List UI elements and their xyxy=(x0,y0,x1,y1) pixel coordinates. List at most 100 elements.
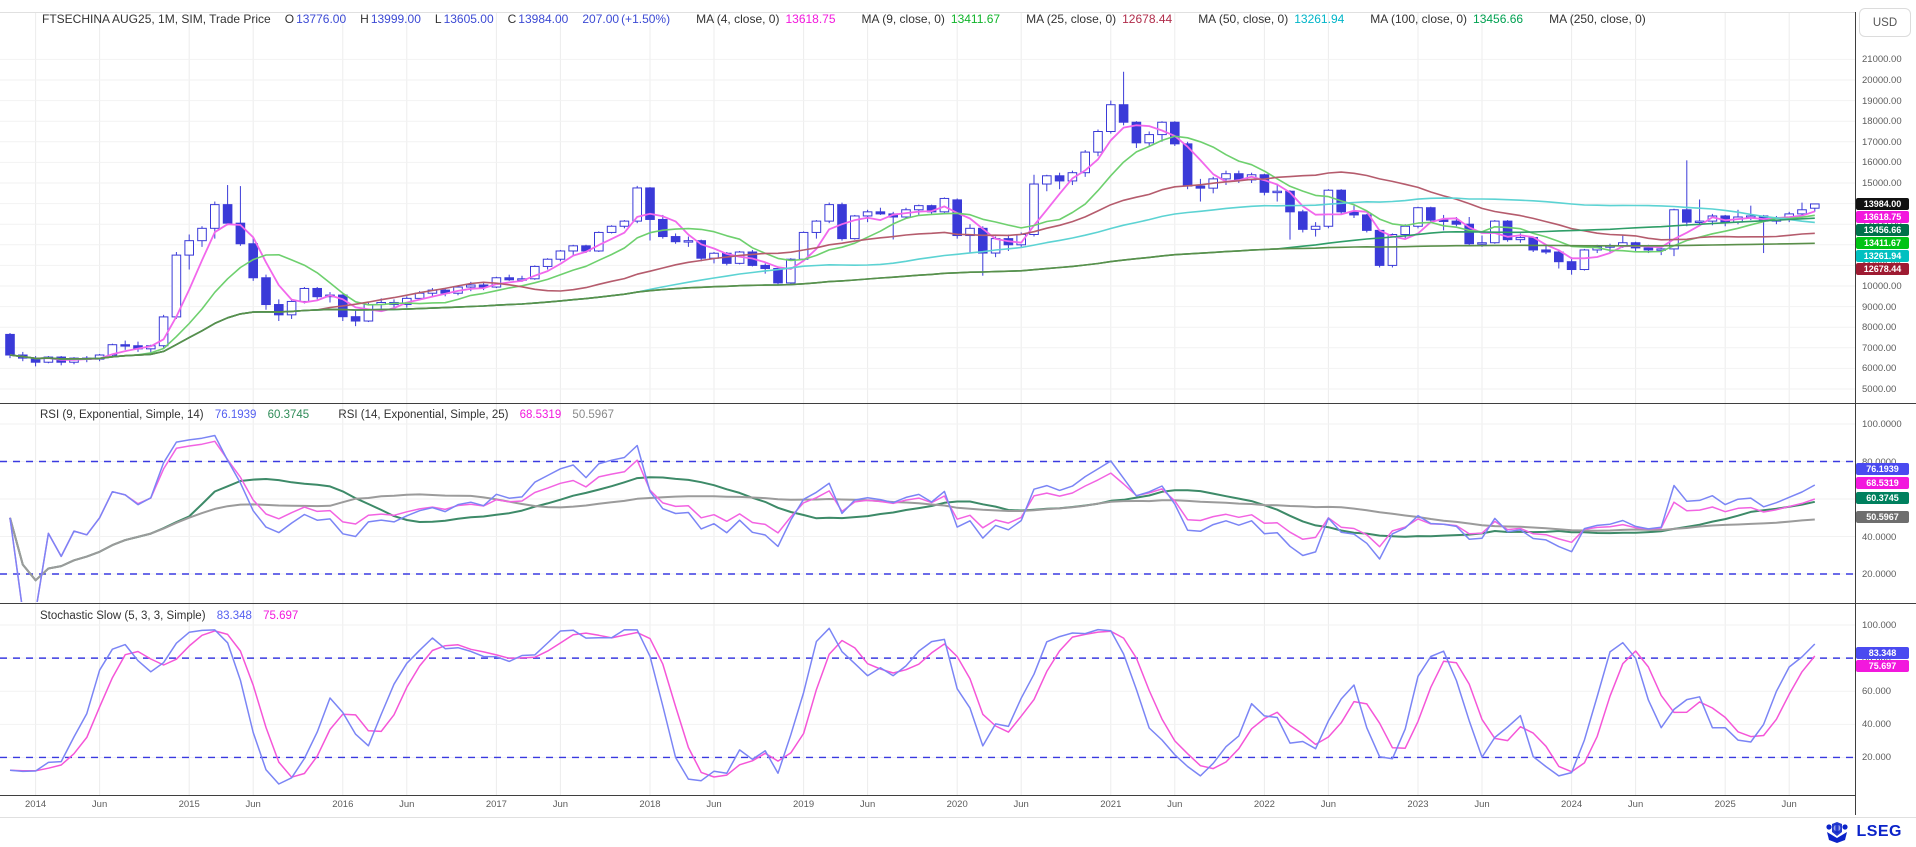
candle-body xyxy=(1542,250,1551,252)
price-axis-tick: 20000.00 xyxy=(1862,75,1914,86)
rsi2-value: 68.5319 xyxy=(520,409,562,421)
candle-body xyxy=(1580,250,1589,270)
rsi1-signal-value: 60.3745 xyxy=(268,409,310,421)
stochastic-k-value: 83.348 xyxy=(217,610,252,622)
stoch-axis-tick: 40.000 xyxy=(1862,719,1914,730)
price-axis-tick: 21000.00 xyxy=(1862,54,1914,65)
price-axis-tick: 10000.00 xyxy=(1862,281,1914,292)
ma-legend-item[interactable]: MA (9, close, 0)13411.67 xyxy=(862,12,1001,26)
lseg-logo: LSEG xyxy=(1824,820,1902,844)
lseg-crest-icon xyxy=(1824,820,1850,844)
rsi14-signal-line xyxy=(10,494,1815,580)
candle-body xyxy=(1798,210,1807,214)
candle-body xyxy=(1683,210,1692,222)
candle-body xyxy=(505,278,514,280)
rsi-stoch-divider[interactable] xyxy=(0,603,1916,604)
candle-body xyxy=(595,232,604,251)
candle-body xyxy=(1695,221,1704,222)
rsi14-line xyxy=(10,441,1815,611)
time-axis-label: 2025 xyxy=(1715,799,1736,810)
ma-legend-item[interactable]: MA (100, close, 0)13456.66 xyxy=(1370,12,1523,26)
candle-body xyxy=(236,223,245,244)
currency-button[interactable]: USD xyxy=(1859,8,1911,37)
open-value: 13776.00 xyxy=(296,12,346,26)
price-badge: 13984.00 xyxy=(1856,198,1909,210)
candle-body xyxy=(1299,212,1308,230)
ma-legend-item[interactable]: MA (25, close, 0)12678.44 xyxy=(1026,12,1172,26)
close-value: 13984.00 xyxy=(518,12,568,26)
candle-body xyxy=(1145,135,1154,143)
candle-body xyxy=(1055,176,1064,181)
candle-body xyxy=(1516,238,1525,240)
rsi-axis-tick: 20.0000 xyxy=(1862,569,1914,580)
time-axis-label: Jun xyxy=(246,799,261,810)
candle-body xyxy=(1119,105,1128,123)
candle-body xyxy=(569,246,578,251)
candle-body xyxy=(1567,262,1576,270)
stochastic-label: Stochastic Slow (5, 3, 3, Simple) xyxy=(40,610,206,622)
price-badge: 13618.75 xyxy=(1856,211,1909,223)
chart-plot-area[interactable] xyxy=(0,0,1916,847)
candle-body xyxy=(1375,230,1384,265)
rsi-badge: 76.1939 xyxy=(1856,463,1909,475)
ma-label: MA (250, close, 0) xyxy=(1549,12,1646,26)
stochastic-d-line xyxy=(10,631,1815,777)
candle-body xyxy=(185,241,194,255)
price-axis-tick: 16000.00 xyxy=(1862,157,1914,168)
ma-legend-item[interactable]: MA (50, close, 0)13261.94 xyxy=(1198,12,1344,26)
candle-body xyxy=(1273,191,1282,192)
ma-value: 13261.94 xyxy=(1294,12,1344,26)
time-axis-label: Jun xyxy=(706,799,721,810)
ma-legend-item[interactable]: MA (4, close, 0)13618.75 xyxy=(696,12,835,26)
candle-body xyxy=(1043,176,1052,184)
candle-body xyxy=(1644,248,1653,250)
time-axis-label: 2019 xyxy=(793,799,814,810)
stoch-axis-tick: 100.000 xyxy=(1862,620,1914,631)
ma-legend-item[interactable]: MA (250, close, 0) xyxy=(1549,12,1652,26)
candle-body xyxy=(953,200,962,236)
price-axis-border xyxy=(1855,12,1856,815)
price-axis-tick: 9000.00 xyxy=(1862,302,1914,313)
stochastic-panel-title[interactable]: Stochastic Slow (5, 3, 3, Simple) 83.348… xyxy=(40,610,298,622)
time-axis-label: Jun xyxy=(399,799,414,810)
time-axis-label: Jun xyxy=(1321,799,1336,810)
candle-body xyxy=(313,288,322,296)
time-axis-label: Jun xyxy=(1167,799,1182,810)
lseg-wordmark: LSEG xyxy=(1856,823,1902,841)
ma-line-9 xyxy=(10,136,1815,359)
time-axis-label: Jun xyxy=(553,799,568,810)
rsi1-value: 76.1939 xyxy=(215,409,257,421)
candle-body xyxy=(556,251,565,259)
candle-body xyxy=(287,301,296,314)
candle-body xyxy=(799,232,808,259)
rsi1-label: RSI (9, Exponential, Simple, 14) xyxy=(40,409,204,421)
rsi-panel-title[interactable]: RSI (9, Exponential, Simple, 14) 76.1939… xyxy=(40,409,614,421)
candle-body xyxy=(300,288,309,301)
rsi-badge: 60.3745 xyxy=(1856,492,1909,504)
price-axis-tick: 6000.00 xyxy=(1862,363,1914,374)
time-axis-label: 2024 xyxy=(1561,799,1582,810)
ohlc-low: L13605.00 xyxy=(435,12,494,26)
ma-legend: MA (4, close, 0)13618.75 MA (9, close, 0)… xyxy=(670,12,1652,26)
stoch-badge: 83.348 xyxy=(1856,647,1909,659)
candle-body xyxy=(351,317,360,321)
candle-body xyxy=(1401,226,1410,234)
price-rsi-divider[interactable] xyxy=(0,403,1916,404)
candle-body xyxy=(761,265,770,268)
price-badge: 13261.94 xyxy=(1856,250,1909,262)
time-axis-label: Jun xyxy=(1474,799,1489,810)
time-axis-label: 2015 xyxy=(179,799,200,810)
candle-body xyxy=(812,221,821,232)
footer-border xyxy=(0,817,1916,818)
candle-body xyxy=(1286,191,1295,212)
high-value: 13999.00 xyxy=(371,12,421,26)
stoch-axis-tick: 20.000 xyxy=(1862,752,1914,763)
candle-body xyxy=(607,226,616,232)
candle-body xyxy=(1260,175,1269,193)
instrument-header[interactable]: FTSECHINA AUG25, 1M, SIM, Trade Price O1… xyxy=(42,8,1652,30)
candle-body xyxy=(211,205,220,229)
candle-body xyxy=(6,334,15,355)
candle-body xyxy=(940,198,949,211)
candle-body xyxy=(1196,186,1205,188)
time-axis-label: 2018 xyxy=(639,799,660,810)
